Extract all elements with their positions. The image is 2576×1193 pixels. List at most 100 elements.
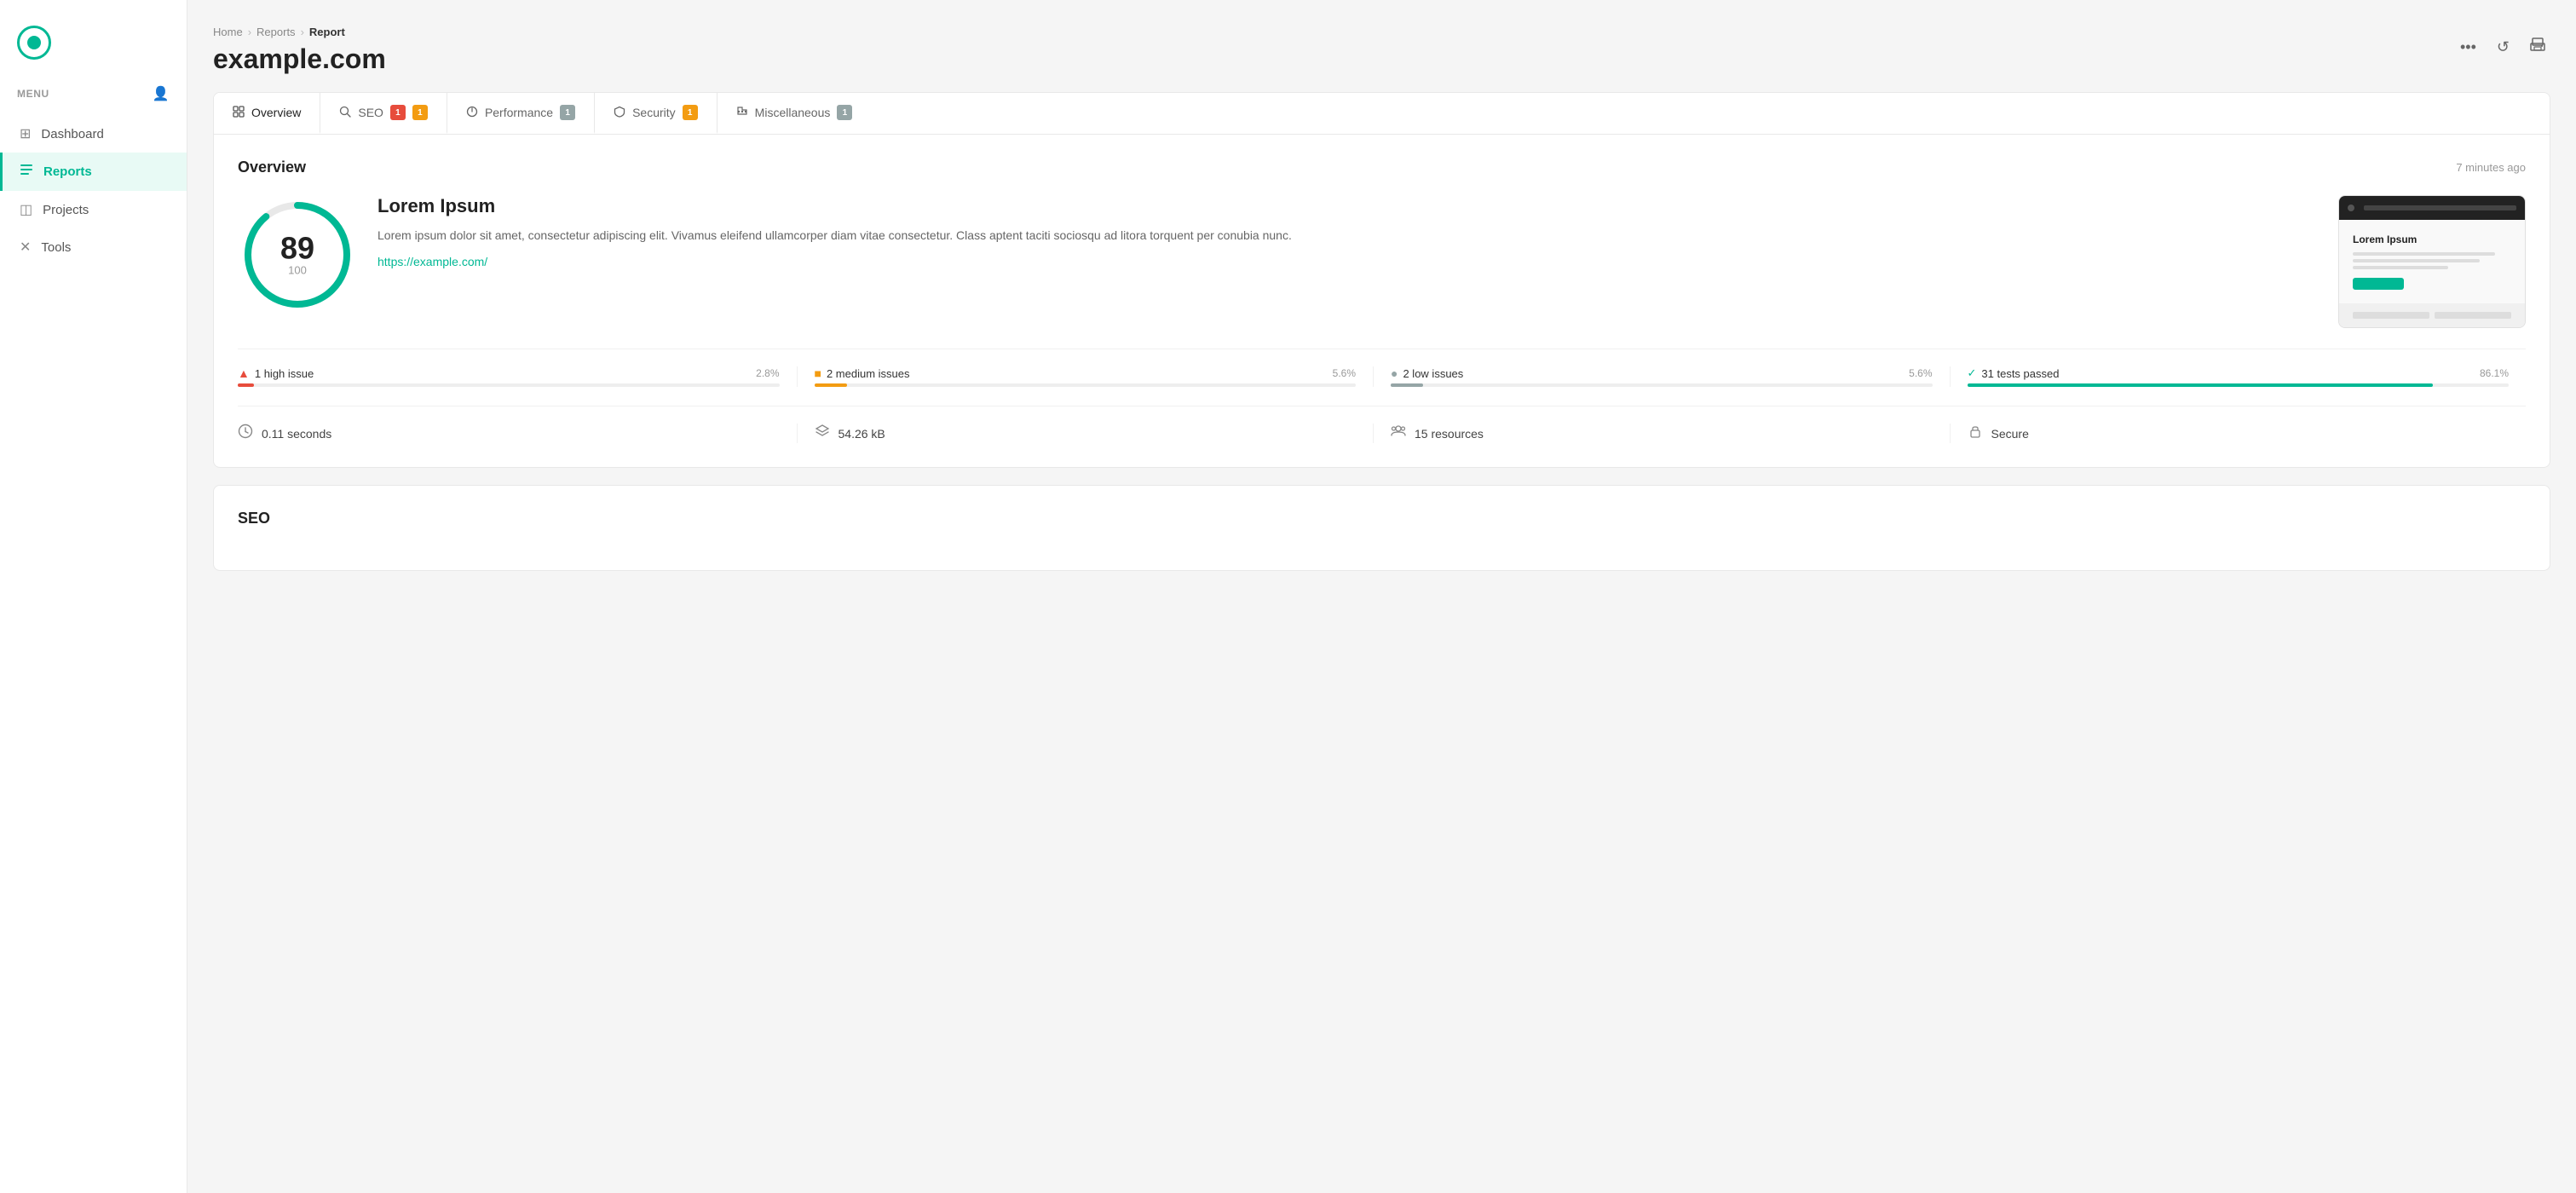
score-max: 100: [280, 264, 314, 277]
resources-icon: [1391, 424, 1406, 443]
tab-security-label: Security: [632, 106, 676, 119]
preview-line-1: [2353, 252, 2495, 256]
tab-overview-label: Overview: [251, 106, 301, 119]
passed-text: 31 tests passed: [1981, 367, 2059, 380]
overview-section-title: Overview: [238, 158, 306, 176]
tools-icon: ✕: [20, 239, 31, 256]
low-issue-icon: ●: [1391, 366, 1397, 380]
preview-dot: [2348, 205, 2354, 211]
main-content: Home › Reports › Report example.com ••• …: [187, 0, 2576, 1193]
misc-tab-icon: [736, 106, 748, 120]
tab-security[interactable]: Security 1: [595, 93, 717, 134]
preview-body: Lorem Ipsum: [2339, 220, 2525, 303]
tab-misc-label: Miscellaneous: [755, 106, 831, 119]
low-issue-text: 2 low issues: [1403, 367, 1463, 380]
high-issue-fill: [238, 383, 254, 387]
stat-time-value: 0.11 seconds: [262, 427, 331, 441]
score-circle: 89 100: [238, 195, 357, 314]
high-issue-track: [238, 383, 780, 387]
seo-section-title: SEO: [238, 510, 270, 527]
tab-overview[interactable]: Overview: [214, 93, 320, 134]
medium-issue-fill: [815, 383, 847, 387]
passed-track: [1968, 383, 2510, 387]
issue-medium-label: ■ 2 medium issues 5.6%: [815, 366, 1357, 380]
print-button[interactable]: [2525, 32, 2550, 62]
projects-icon: ◫: [20, 201, 32, 218]
site-preview: Lorem Ipsum: [2338, 195, 2526, 328]
logo-inner: [27, 36, 41, 49]
sidebar-item-label-tools: Tools: [41, 240, 71, 255]
stat-size: 54.26 kB: [797, 424, 1374, 443]
tab-performance[interactable]: Performance 1: [447, 93, 595, 134]
passed-icon: ✓: [1968, 366, 1977, 380]
reports-icon: [20, 163, 33, 181]
overview-section-header: Overview 7 minutes ago: [238, 158, 2526, 176]
time-icon: [238, 424, 253, 443]
issues-row: ▲ 1 high issue 2.8% ■ 2 medium issues 5.…: [238, 349, 2526, 387]
sidebar-item-projects[interactable]: ◫ Projects: [0, 191, 187, 228]
stat-resources-value: 15 resources: [1415, 427, 1484, 441]
tab-performance-label: Performance: [485, 106, 553, 119]
stat-resources: 15 resources: [1373, 424, 1950, 443]
header-actions: ••• ↺: [2455, 32, 2550, 62]
preview-content-lines: [2353, 252, 2511, 269]
report-info: Lorem Ipsum Lorem ipsum dolor sit amet, …: [377, 195, 2318, 270]
secure-icon: [1968, 424, 1983, 443]
medium-issue-icon: ■: [815, 366, 821, 380]
overview-body: 89 100 Lorem Ipsum Lorem ipsum dolor sit…: [238, 195, 2526, 328]
tabs-bar: Overview SEO 1 1 Performance 1 Security …: [213, 92, 2550, 134]
medium-issue-track: [815, 383, 1357, 387]
tab-miscellaneous[interactable]: Miscellaneous 1: [717, 93, 872, 134]
tab-seo-label: SEO: [358, 106, 383, 119]
preview-footer: [2339, 303, 2525, 327]
medium-issue-pct: 5.6%: [1333, 367, 1356, 379]
preview-title: Lorem Ipsum: [2353, 233, 2511, 245]
high-issue-text: 1 high issue: [255, 367, 314, 380]
print-icon: [2530, 37, 2545, 53]
stat-secure: Secure: [1950, 424, 2527, 443]
issue-medium: ■ 2 medium issues 5.6%: [797, 366, 1374, 387]
low-issue-fill: [1391, 383, 1423, 387]
sidebar-item-tools[interactable]: ✕ Tools: [0, 228, 187, 266]
preview-header-bar: [2339, 196, 2525, 220]
sidebar: MENU 👤 ⊞ Dashboard Reports ◫ Projects ✕ …: [0, 0, 187, 1193]
breadcrumb-reports[interactable]: Reports: [256, 26, 296, 38]
report-desc: Lorem ipsum dolor sit amet, consectetur …: [377, 226, 2318, 245]
seo-tab-icon: [339, 106, 351, 120]
performance-badge: 1: [560, 105, 575, 120]
passed-fill: [1968, 383, 2434, 387]
stats-row: 0.11 seconds 54.26 kB 15 resources Secur…: [238, 406, 2526, 443]
title-area: Home › Reports › Report example.com: [213, 26, 386, 75]
issue-low: ● 2 low issues 5.6%: [1373, 366, 1950, 387]
logo-icon: [17, 26, 51, 60]
report-url[interactable]: https://example.com/: [377, 255, 487, 268]
breadcrumb-sep-1: ›: [248, 26, 251, 38]
page-title: example.com: [213, 43, 386, 75]
overview-time: 7 minutes ago: [2456, 161, 2526, 174]
refresh-button[interactable]: ↺: [2492, 33, 2515, 61]
breadcrumb-sep-2: ›: [301, 26, 304, 38]
logo-area: [0, 17, 187, 77]
issue-passed-label: ✓ 31 tests passed 86.1%: [1968, 366, 2510, 380]
sidebar-item-label-reports: Reports: [43, 164, 92, 179]
tab-seo[interactable]: SEO 1 1: [320, 93, 447, 134]
menu-label-area: MENU 👤: [0, 77, 187, 111]
page-header: Home › Reports › Report example.com ••• …: [213, 26, 2550, 75]
low-issue-pct: 5.6%: [1909, 367, 1932, 379]
overview-tab-icon: [233, 106, 245, 120]
breadcrumb-current: Report: [309, 26, 345, 38]
size-icon: [815, 424, 830, 443]
account-icon[interactable]: 👤: [152, 85, 170, 102]
more-options-button[interactable]: •••: [2455, 33, 2481, 61]
sidebar-item-dashboard[interactable]: ⊞ Dashboard: [0, 115, 187, 153]
sidebar-item-label-dashboard: Dashboard: [41, 127, 103, 141]
sidebar-item-reports[interactable]: Reports: [0, 153, 187, 191]
preview-footer-block-1: [2353, 312, 2429, 319]
stat-size-value: 54.26 kB: [838, 427, 885, 441]
security-badge: 1: [683, 105, 698, 120]
security-tab-icon: [614, 106, 625, 120]
issue-high-label: ▲ 1 high issue 2.8%: [238, 366, 780, 380]
breadcrumb-home[interactable]: Home: [213, 26, 243, 38]
report-title: Lorem Ipsum: [377, 195, 2318, 217]
dashboard-icon: ⊞: [20, 125, 31, 142]
